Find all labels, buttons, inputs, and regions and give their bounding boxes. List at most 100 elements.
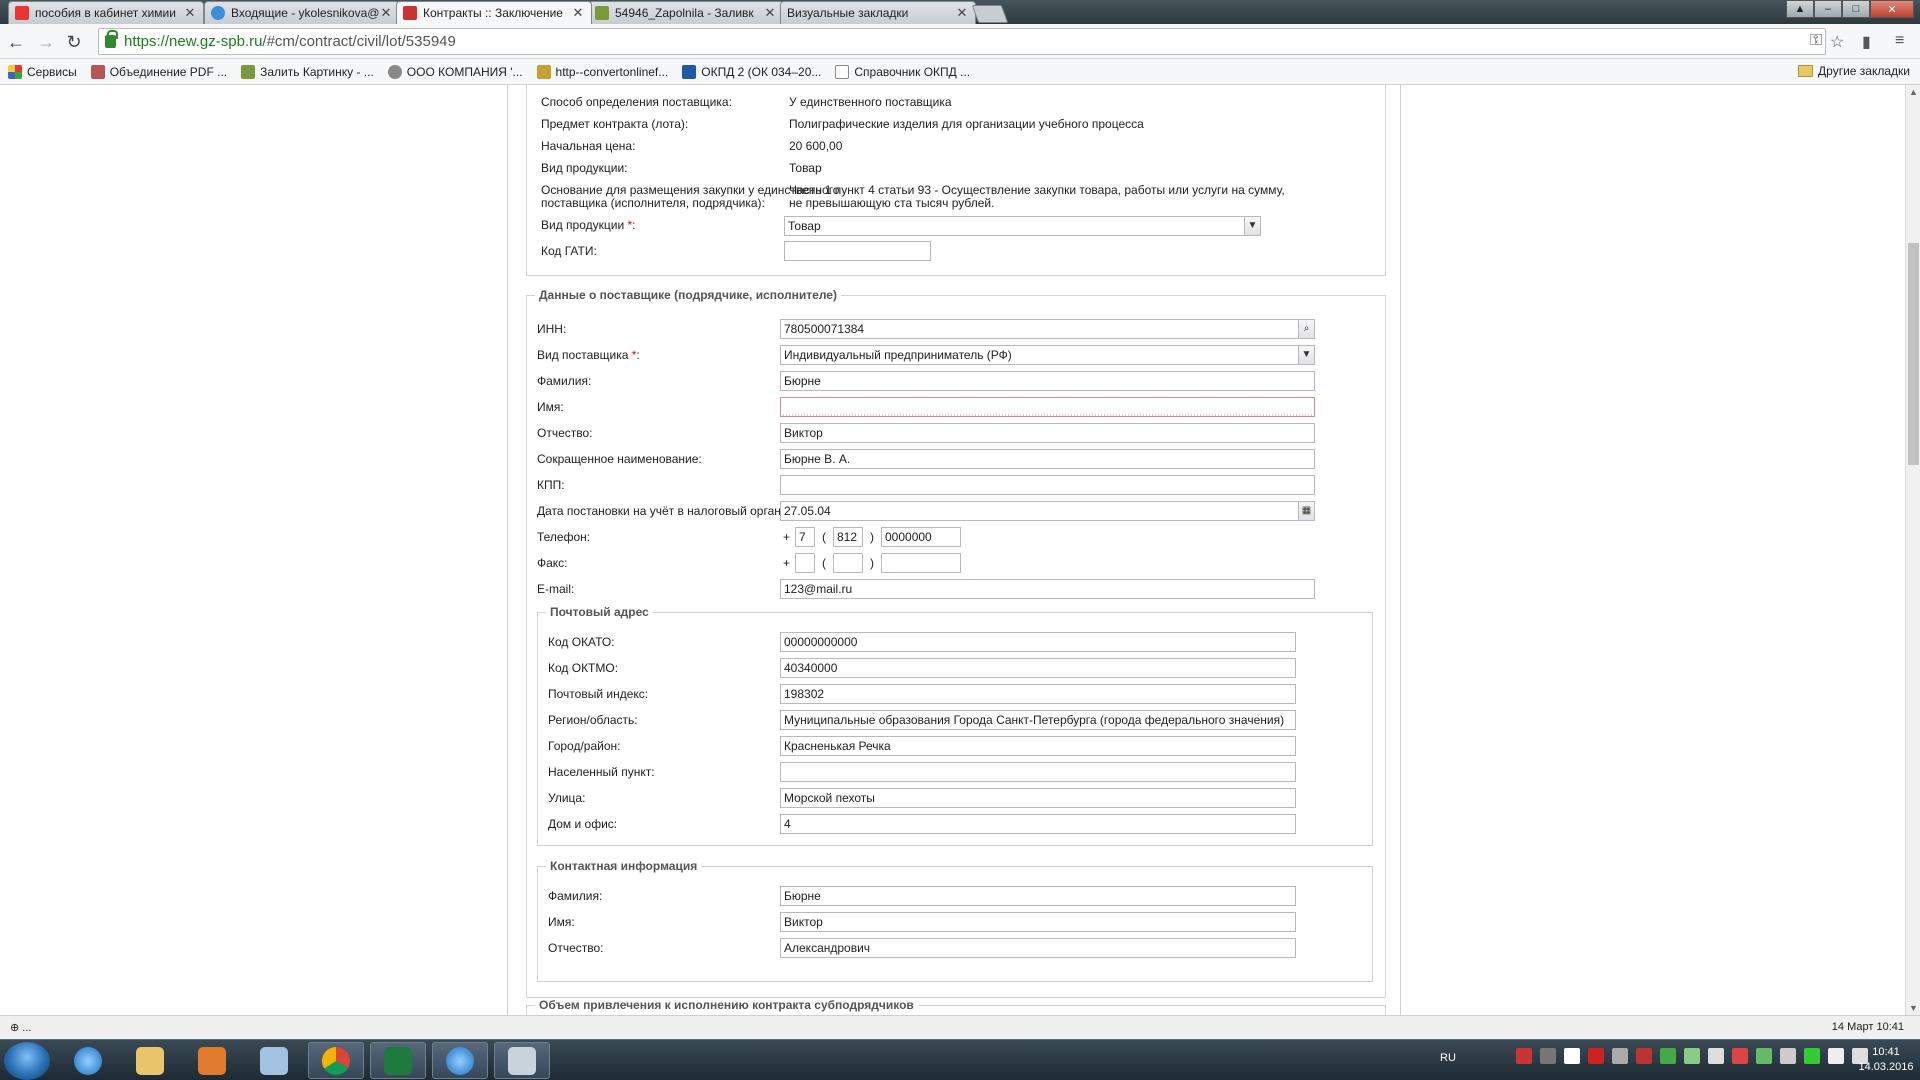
chevron-down-icon[interactable]: ▼ [1244,217,1260,235]
product-type-select[interactable]: Товар ▼ [784,216,1261,236]
taskbar-chrome[interactable] [308,1042,364,1079]
switch-user-icon[interactable]: ▲ [1786,0,1814,18]
oktmo-input[interactable]: 40340000 [780,658,1296,678]
tab-chemistry[interactable]: пособия в кабинет химии ✕ [8,1,204,24]
patronymic-input[interactable]: Виктор [780,423,1315,443]
other-bookmarks[interactable]: Другие закладки [1798,64,1910,78]
taskbar-ie[interactable] [60,1042,116,1079]
menu-icon[interactable]: ≡ [1895,32,1904,50]
bookmark-pdf[interactable]: Объединение PDF ... [90,64,227,79]
phone-number-input[interactable]: 0000000 [881,527,961,547]
tray-icon[interactable] [1564,1048,1580,1064]
forward-button[interactable]: → [34,30,58,54]
taskbar-ie-running[interactable] [432,1042,488,1079]
search-icon[interactable]: ⌕ [1298,320,1314,338]
okato-input[interactable]: 00000000000 [780,632,1296,652]
close-icon[interactable]: ✕ [183,5,197,21]
bookmark-okpd2[interactable]: ОКПД 2 (ОК 034–20... [682,64,821,79]
scroll-up-icon[interactable]: ▲ [1909,87,1918,97]
tab-contracts[interactable]: Контракты :: Заключение ✕ [396,1,592,24]
surname-input[interactable]: Бюрне [780,371,1315,391]
region-input[interactable]: Муниципальные образования Города Санкт-П… [780,710,1296,730]
close-window-button[interactable]: ✕ [1870,0,1914,18]
tab-upload[interactable]: 54946_Zapolnila - Заливк ✕ [588,1,784,24]
supplier-type-select[interactable]: Индивидуальный предприниматель (РФ) ▼ [780,345,1315,365]
bookmark-convert[interactable]: http--convertonlinef... [536,64,669,79]
language-indicator[interactable]: RU [1440,1052,1456,1064]
contact-name-input[interactable]: Виктор [780,912,1296,932]
close-icon[interactable]: ✕ [571,5,585,21]
tab-title: Визуальные закладки [787,6,909,20]
new-tab-button[interactable] [971,5,1009,23]
bookmark-okpd-ref[interactable]: Справочник ОКПД ... [835,64,970,79]
tray-icon[interactable] [1516,1048,1532,1064]
scrollbar-thumb[interactable] [1908,243,1919,465]
gati-input[interactable] [784,241,931,261]
contract-form: Способ определения поставщика: У единств… [507,85,1401,1015]
taskbar-explorer[interactable] [122,1042,178,1079]
back-button[interactable]: ← [4,30,28,54]
kpp-input[interactable] [780,475,1315,495]
tray-icon[interactable] [1612,1048,1628,1064]
speaker-icon[interactable] [1732,1048,1748,1064]
phone-country-input[interactable]: 7 [795,527,815,547]
contact-surname-label: Фамилия: [548,889,603,903]
taskbar-excel[interactable] [370,1042,426,1079]
bookmark-icon[interactable]: ▮ [1862,32,1871,52]
contact-surname-input[interactable]: Бюрне [780,886,1296,906]
house-input[interactable]: 4 [780,814,1296,834]
tray-icon[interactable] [1636,1048,1652,1064]
network-icon[interactable] [1828,1048,1844,1064]
bookmark-services[interactable]: Сервисы [8,64,77,79]
key-icon[interactable]: ⚿ [1810,32,1822,50]
flag-icon[interactable] [1708,1048,1724,1064]
bookmark-company[interactable]: ООО КОМПАНИЯ '... [387,64,523,79]
tray-icon[interactable] [1660,1048,1676,1064]
close-icon[interactable]: ✕ [763,5,777,21]
close-icon[interactable]: ✕ [379,5,393,21]
tab-bookmarks[interactable]: Визуальные закладки ✕ [780,1,976,24]
bookmark-label: http--convertonlinef... [555,64,669,79]
star-icon[interactable]: ☆ [1830,32,1844,52]
start-button[interactable] [4,1042,50,1080]
close-icon[interactable]: ✕ [955,5,969,21]
chevron-down-icon[interactable]: ▼ [1298,346,1314,364]
tray-icon[interactable] [1540,1048,1556,1064]
taskbar-media[interactable] [184,1042,240,1079]
tray-icon[interactable] [1804,1048,1820,1064]
address-bar[interactable]: https://new.gz-spb.ru/#cm/contract/civil… [98,28,1826,55]
phone-code-input[interactable]: 812 [833,527,863,547]
tray-icon[interactable] [1588,1048,1604,1064]
postal-index-input[interactable]: 198302 [780,684,1296,704]
fax-code-input[interactable] [833,553,863,573]
maximize-button[interactable]: □ [1842,0,1870,18]
page-scrollbar[interactable]: ▲ ▼ [1905,85,1920,1015]
taskbar-clock[interactable]: 10:41 14.03.2016 [1856,1045,1916,1075]
city-input[interactable]: Красненькая Речка [780,736,1296,756]
reload-button[interactable]: ↻ [62,30,86,54]
tray-icon[interactable] [1780,1048,1796,1064]
tab-inbox[interactable]: Входящие - ykolesnikova@ ✕ [204,1,400,24]
clock-time: 10:41 [1872,1046,1900,1058]
fax-number-input[interactable] [881,553,961,573]
subcontract-legend: Объем привлечения к исполнению контракта… [535,998,918,1012]
taskbar-notepad[interactable] [246,1042,302,1079]
taskbar-paint[interactable] [494,1042,550,1079]
name-input[interactable] [780,397,1315,417]
settlement-input[interactable] [780,762,1296,782]
email-input[interactable]: 123@mail.ru [780,579,1315,599]
inn-input[interactable]: 780500071384 ⌕ [780,319,1315,339]
street-input[interactable]: Морской пехоты [780,788,1296,808]
fax-country-input[interactable] [795,553,815,573]
scroll-down-icon[interactable]: ▼ [1909,1003,1918,1013]
bookmark-image[interactable]: Залить Картинку - ... [241,64,374,79]
image-icon [595,6,609,20]
minimize-button[interactable]: – [1814,0,1842,18]
bookmark-label: ООО КОМПАНИЯ '... [406,64,523,79]
calendar-icon[interactable]: ▦ [1298,502,1314,520]
tray-icon[interactable] [1756,1048,1772,1064]
tax-date-input[interactable]: 27.05.04 ▦ [780,501,1315,521]
contact-patronymic-input[interactable]: Александрович [780,938,1296,958]
tray-icon[interactable] [1684,1048,1700,1064]
short-name-input[interactable]: Бюрне В. А. [780,449,1315,469]
